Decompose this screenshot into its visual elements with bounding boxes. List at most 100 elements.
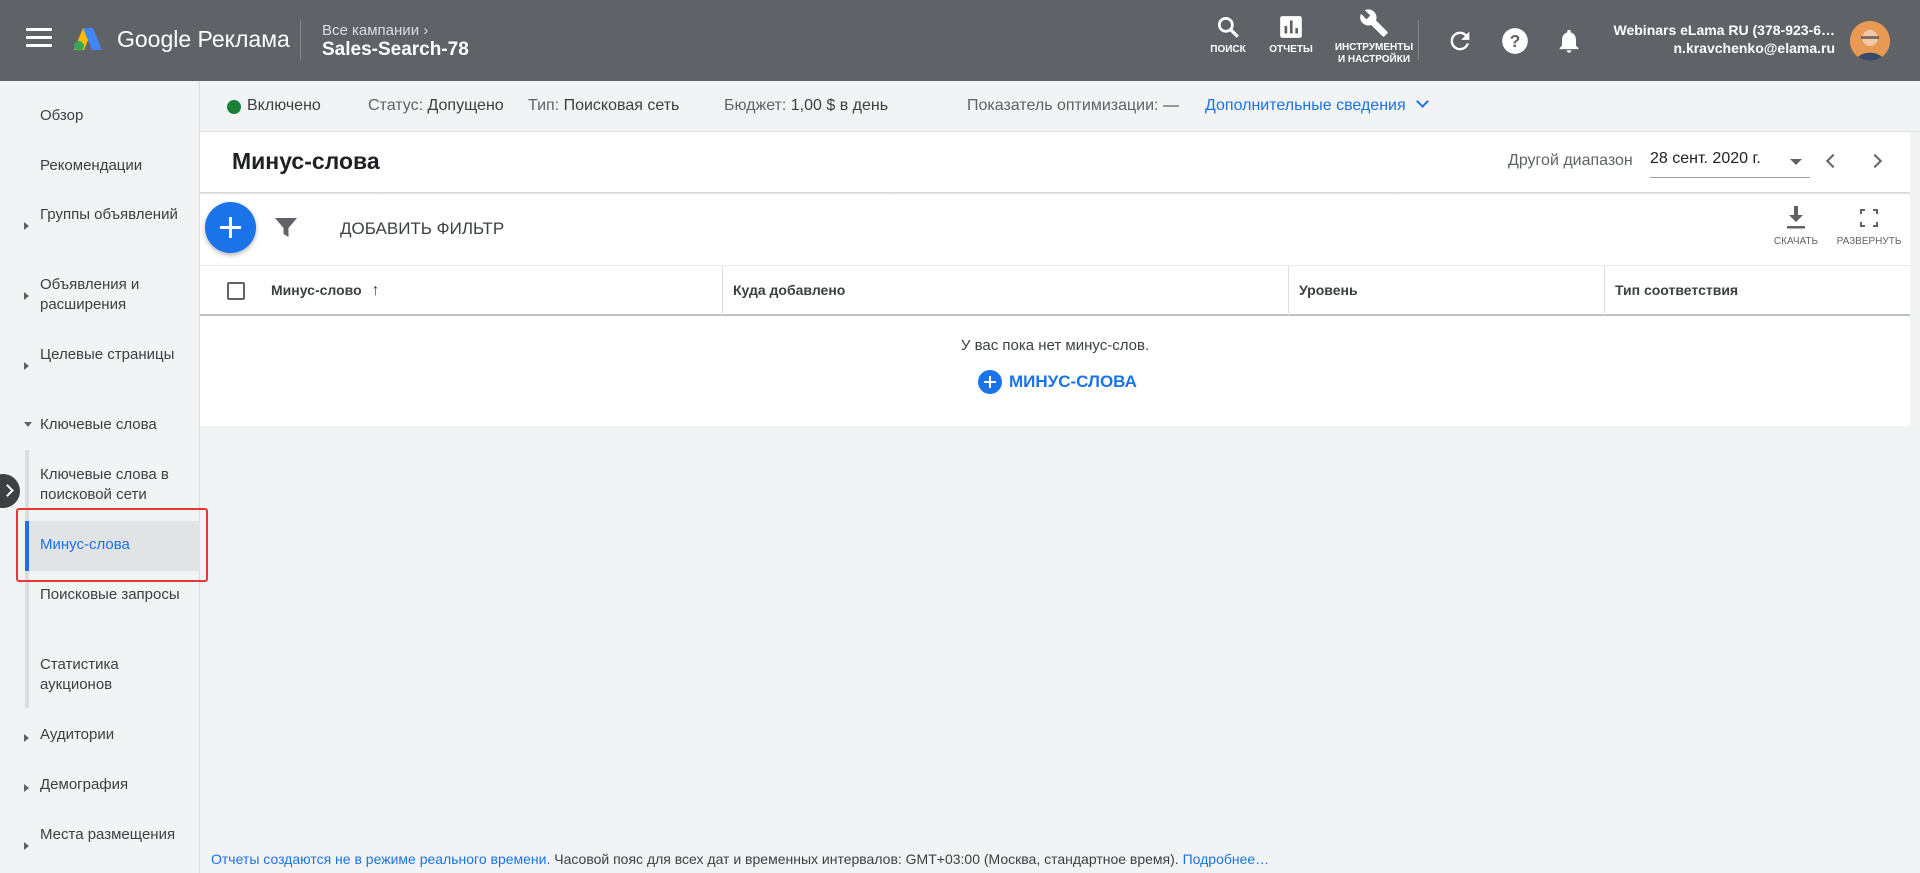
column-header-level[interactable]: Уровень	[1289, 266, 1358, 315]
highlight-box	[16, 508, 208, 582]
brand-name[interactable]: Google Реклама	[117, 26, 290, 53]
sidebar-item-ad-groups[interactable]: Группы объявлений	[40, 205, 190, 225]
tools-button[interactable]: ИНСТРУМЕНТЫ И НАСТРОЙКИ	[1332, 8, 1416, 66]
download-label: СКАЧАТЬ	[1773, 236, 1819, 247]
add-negative-keyword-button[interactable]	[205, 202, 256, 253]
chevron-right-icon: ›	[423, 22, 429, 39]
tools-label-1: ИНСТРУМЕНТЫ	[1334, 42, 1414, 53]
column-header-negative-keyword[interactable]: Минус-слово ↑	[261, 266, 380, 315]
add-negative-keywords-label: МИНУС-СЛОВА	[1009, 372, 1137, 391]
fullscreen-icon	[1860, 209, 1878, 227]
search-label: ПОИСК	[1210, 44, 1246, 55]
breadcrumb-parent[interactable]: Все кампании	[322, 22, 419, 39]
date-range-select[interactable]: 28 сент. 2020 г.	[1650, 150, 1810, 178]
sidebar-item-search-keywords[interactable]: Ключевые слова в поисковой сети	[40, 465, 190, 505]
bell-icon[interactable]	[1555, 27, 1583, 55]
date-range-value: 28 сент. 2020 г.	[1650, 150, 1761, 167]
timezone-note: Часовой пояс для всех дат и временных ин…	[550, 851, 1183, 867]
status-label: Статус:	[368, 97, 424, 114]
sidebar-toggle-button[interactable]	[0, 474, 20, 508]
next-period-icon[interactable]	[1867, 153, 1883, 169]
sidebar-item-auction-insights[interactable]: Статистика аукционов	[40, 655, 190, 695]
sidebar-item-landing-pages[interactable]: Целевые страницы	[40, 345, 190, 365]
negative-keywords-panel: Минус-слова Другой диапазон 28 сент. 202…	[200, 132, 1910, 426]
campaign-name[interactable]: Sales-Search-78	[322, 39, 469, 61]
date-range-label: Другой диапазон	[1508, 152, 1633, 169]
campaign-status: Статус: Допущено	[368, 97, 504, 115]
campaign-budget[interactable]: Бюджет: 1,00 $ в день	[724, 97, 888, 115]
svg-text:?: ?	[1510, 31, 1521, 51]
download-button[interactable]: СКАЧАТЬ	[1768, 206, 1824, 247]
page-title: Минус-слова	[232, 148, 380, 174]
expand-button[interactable]: РАЗВЕРНУТЬ	[1834, 206, 1904, 247]
divider	[300, 20, 301, 60]
sidebar-item-search-terms[interactable]: Поисковые запросы	[40, 585, 190, 605]
learn-more-link[interactable]: Подробнее…	[1183, 851, 1270, 867]
collapse-caret-icon[interactable]	[24, 422, 32, 427]
help-icon[interactable]: ?	[1501, 27, 1529, 55]
expand-caret-icon[interactable]	[24, 842, 29, 850]
chevron-down-icon	[1416, 95, 1429, 108]
budget-value: 1,00 $ в день	[790, 97, 889, 114]
search-icon	[1217, 16, 1239, 38]
campaign-status-bar: Включено Статус: Допущено Тип: Поисковая…	[200, 81, 1920, 132]
select-all-checkbox[interactable]	[227, 282, 245, 300]
reports-button[interactable]: ОТЧЕТЫ	[1268, 14, 1314, 56]
sidebar-item-recommendations[interactable]: Рекомендации	[40, 156, 190, 176]
footer-note: Отчеты создаются не в режиме реального в…	[211, 851, 1269, 867]
more-details-label: Дополнительные сведения	[1205, 97, 1406, 114]
dropdown-arrow-icon	[1790, 159, 1802, 165]
budget-label: Бюджет:	[724, 97, 787, 114]
realtime-notice-link[interactable]: Отчеты создаются не в режиме реального в…	[211, 851, 550, 867]
account-name: Webinars eLama RU (378-923-6…	[1613, 22, 1836, 38]
expand-caret-icon[interactable]	[24, 734, 29, 742]
campaign-state[interactable]: Включено	[247, 97, 321, 115]
expand-caret-icon[interactable]	[24, 222, 29, 230]
avatar[interactable]	[1850, 21, 1890, 61]
column-header-added-to[interactable]: Куда добавлено	[723, 266, 845, 315]
enabled-status-dot	[227, 100, 241, 114]
expand-caret-icon[interactable]	[24, 362, 29, 370]
filter-icon[interactable]	[275, 218, 297, 238]
sidebar: Обзор Рекомендации Группы объявлений Объ…	[0, 81, 208, 873]
google-ads-logo	[74, 28, 102, 51]
expand-label: РАЗВЕРНУТЬ	[1836, 236, 1902, 247]
campaign-type: Тип: Поисковая сеть	[528, 97, 679, 115]
table-header: Минус-слово ↑ Куда добавлено Уровень Тип…	[200, 265, 1910, 316]
account-email: n.kravchenko@elama.ru	[1673, 40, 1836, 56]
sidebar-item-overview[interactable]: Обзор	[40, 106, 190, 126]
top-bar: Google Реклама Все кампании › Sales-Sear…	[0, 0, 1920, 81]
optimization-score: Показатель оптимизации: —	[967, 97, 1179, 115]
menu-icon[interactable]	[26, 28, 52, 50]
empty-state-message: У вас пока нет минус-слов.	[960, 337, 1150, 354]
status-value: Допущено	[427, 97, 504, 114]
add-filter-button[interactable]: ДОБАВИТЬ ФИЛЬТР	[340, 219, 504, 239]
sidebar-item-demographics[interactable]: Демография	[40, 775, 190, 795]
sidebar-item-placements[interactable]: Места размещения	[40, 825, 190, 845]
divider	[1418, 20, 1419, 60]
previous-period-icon[interactable]	[1825, 153, 1841, 169]
more-details-link[interactable]: Дополнительные сведения	[1205, 95, 1429, 115]
refresh-icon[interactable]	[1446, 27, 1474, 55]
breadcrumb[interactable]: Все кампании ›	[322, 22, 428, 39]
add-negative-keywords-button[interactable]: МИНУС-СЛОВА	[978, 369, 1137, 395]
optimization-label: Показатель оптимизации:	[967, 97, 1159, 114]
expand-caret-icon[interactable]	[24, 292, 29, 300]
column-header-match-type[interactable]: Тип соответствия	[1605, 266, 1738, 315]
expand-caret-icon[interactable]	[24, 784, 29, 792]
type-label: Тип:	[528, 97, 560, 114]
sidebar-item-ads-extensions[interactable]: Объявления и расширения	[40, 275, 190, 315]
reports-icon	[1280, 16, 1302, 38]
sort-ascending-icon: ↑	[371, 282, 380, 299]
sidebar-item-keywords[interactable]: Ключевые слова	[40, 415, 190, 435]
type-value: Поисковая сеть	[563, 97, 680, 114]
account-info[interactable]: Webinars eLama RU (378-923-6… n.kravchen…	[1614, 21, 1836, 57]
optimization-value: —	[1162, 97, 1179, 114]
sidebar-item-audiences[interactable]: Аудитории	[40, 725, 190, 745]
download-icon	[1787, 206, 1805, 229]
search-button[interactable]: ПОИСК	[1206, 14, 1250, 56]
reports-label: ОТЧЕТЫ	[1269, 44, 1313, 55]
tools-label-2: И НАСТРОЙКИ	[1337, 54, 1411, 65]
add-circle-icon	[978, 370, 1002, 394]
wrench-icon	[1360, 9, 1388, 37]
